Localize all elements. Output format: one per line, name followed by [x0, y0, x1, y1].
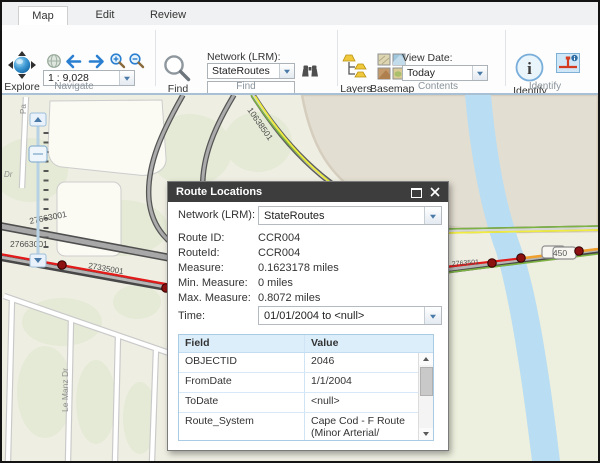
group-label-find: Find [236, 81, 256, 92]
layers-icon[interactable] [342, 53, 369, 80]
table-cell-field: FromDate [179, 373, 305, 392]
forward-arrow-icon[interactable] [87, 54, 106, 69]
maximize-icon[interactable] [411, 188, 422, 198]
identify-icon[interactable]: i [514, 52, 545, 83]
dialog-titlebar[interactable]: Route Locations [168, 182, 448, 202]
group-separator [505, 30, 506, 86]
view-date-value: Today [407, 67, 436, 79]
identify-route-locations-icon[interactable] [556, 53, 580, 73]
network-lrm-dialog-combobox[interactable]: StateRoutes [258, 206, 442, 225]
field-label: Route ID: [178, 232, 225, 244]
column-header-value[interactable]: Value [305, 335, 418, 352]
find-route-icon[interactable] [162, 53, 192, 83]
back-arrow-icon[interactable] [64, 54, 83, 69]
group-separator [337, 30, 338, 86]
dropdown-arrow-icon[interactable] [472, 66, 487, 80]
svg-text:i: i [527, 59, 532, 78]
network-lrm-value: StateRoutes [212, 65, 270, 77]
table-row[interactable]: ToDate <null> [179, 393, 433, 413]
scroll-up-button[interactable] [419, 353, 433, 365]
routeid-value: CCR004 [258, 247, 301, 259]
table-cell-value: 2046 [311, 355, 335, 367]
network-lrm-dialog-value: StateRoutes [264, 209, 325, 222]
table-row[interactable]: FromDate 1/1/2004 [179, 373, 433, 393]
field-label: Time: [178, 310, 206, 322]
route-id-label: 27663001 [10, 239, 48, 249]
max-measure-value: 0.8072 miles [258, 292, 321, 304]
route-locations-dialog: Route Locations Network (LRM): StateRout… [167, 181, 449, 451]
time-combobox[interactable]: 01/01/2004 to <null> [258, 306, 442, 325]
group-label-contents: Contents [417, 81, 459, 92]
field-label: Min. Measure: [178, 277, 248, 289]
ribbon-tabs: Map Edit Review [2, 2, 598, 25]
close-icon[interactable] [430, 187, 440, 197]
table-scrollbar[interactable] [418, 353, 433, 440]
tab-edit[interactable]: Edit [78, 6, 132, 25]
table-header-row: Field Value [179, 335, 433, 353]
dropdown-arrow-icon[interactable] [424, 207, 441, 224]
zoom-out-icon[interactable] [128, 52, 145, 70]
table-cell-value: <null> [311, 395, 340, 407]
field-label: Measure: [178, 262, 224, 274]
group-label-identify: Identify [528, 81, 562, 92]
field-label: Max. Measure: [178, 292, 251, 304]
svg-text:450: 450 [553, 248, 567, 258]
min-measure-value: 0 miles [258, 277, 293, 289]
tab-review[interactable]: Review [138, 6, 198, 25]
field-label: Network (LRM): [178, 209, 256, 221]
route-id-value: CCR004 [258, 232, 301, 244]
attributes-table: Field Value OBJECTID 2046 FromDate 1/1/2… [178, 334, 434, 441]
field-label: RouteId: [178, 247, 220, 259]
group-label-navigate: Navigate [54, 81, 94, 92]
table-cell-field: OBJECTID [179, 353, 305, 372]
street-name-label: Pa [19, 104, 28, 114]
ribbon: Explore 1 : 9,028 Navigate Find Network … [2, 25, 598, 110]
network-lrm-combobox[interactable]: StateRoutes [207, 63, 295, 79]
zoom-in-icon[interactable] [109, 52, 126, 70]
dialog-title: Route Locations [176, 186, 263, 198]
column-header-field[interactable]: Field [179, 335, 305, 352]
zoom-slider-thumb[interactable] [28, 145, 48, 163]
map-route-shield: 450 [541, 245, 577, 260]
view-date-combobox[interactable]: Today [402, 65, 488, 81]
dropdown-arrow-icon[interactable] [424, 307, 441, 324]
street-name-label: Le Manz Dr [60, 368, 70, 412]
full-extent-globe-icon[interactable] [46, 53, 62, 69]
table-row[interactable]: OBJECTID 2046 [179, 353, 433, 373]
table-cell-field: Route_System [179, 413, 305, 440]
dropdown-arrow-icon[interactable] [279, 64, 294, 78]
group-separator [155, 30, 156, 86]
scrollbar-thumb[interactable] [420, 367, 433, 396]
binoculars-icon[interactable] [301, 64, 319, 79]
time-value: 01/01/2004 to <null> [264, 309, 365, 322]
table-cell-field: ToDate [179, 393, 305, 412]
tab-map[interactable]: Map [18, 6, 68, 25]
zoom-slider-down-button[interactable] [29, 253, 47, 268]
explore-icon[interactable] [8, 51, 36, 79]
measure-value: 0.1623178 miles [258, 262, 339, 274]
zoom-slider-up-button[interactable] [29, 112, 47, 127]
scroll-down-button[interactable] [419, 428, 433, 440]
app-window: Map Edit Review Explore 1: 9,028 Naviga… [0, 0, 600, 463]
view-date-label: View Date: [402, 52, 453, 64]
network-lrm-label: Network (LRM): [207, 51, 281, 63]
table-cell-value: 1/1/2004 [311, 375, 352, 387]
table-cell-value: Cape Cod - F Route (Minor Arterial/ Coll… [311, 415, 405, 440]
table-row[interactable]: Route_System Cape Cod - F Route (Minor A… [179, 413, 433, 440]
street-name-label: Dr [4, 170, 13, 179]
